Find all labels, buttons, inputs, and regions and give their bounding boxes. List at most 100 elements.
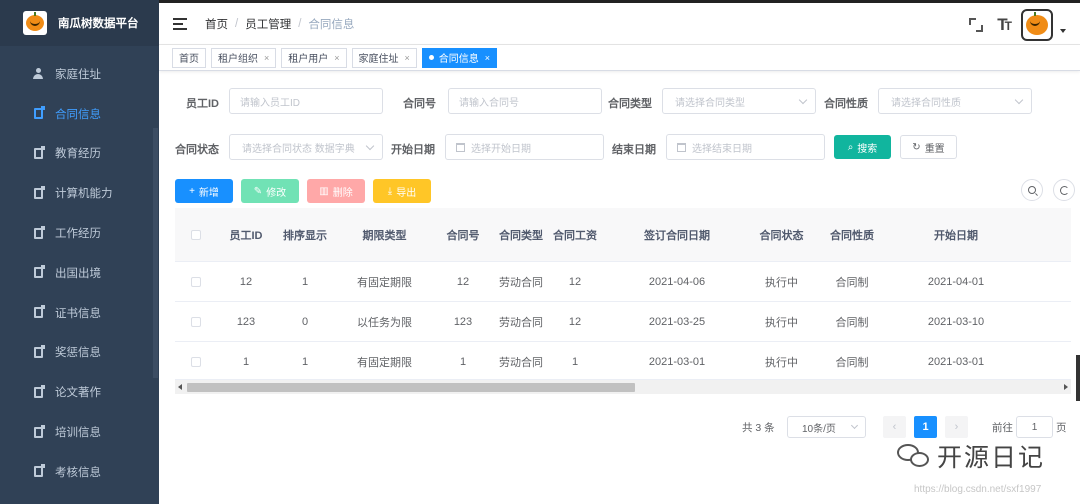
contract-type-select[interactable]: 请选择合同类型 <box>662 88 816 114</box>
toggle-search-button[interactable] <box>1021 179 1043 201</box>
sidebar-item[interactable]: 工作经历 <box>0 213 159 253</box>
tab-tag[interactable]: 合同信息 × <box>421 47 498 68</box>
contract-no-input[interactable]: 请输入合同号 <box>448 88 602 114</box>
search-button[interactable]: ⌕ 搜索 <box>834 135 891 159</box>
close-icon[interactable]: × <box>334 53 339 63</box>
breadcrumb-section[interactable]: 员工管理 <box>245 16 291 32</box>
edit-button[interactable]: ✎ 修改 <box>241 179 299 203</box>
document-icon <box>32 265 45 279</box>
avatar[interactable] <box>1021 9 1053 41</box>
table-cell: 1 <box>301 275 309 288</box>
goto-page-input[interactable]: 1 <box>1016 416 1053 438</box>
goto-suffix: 页 <box>1056 422 1067 434</box>
document-icon <box>32 424 45 438</box>
contract-status-select[interactable]: 请选择合同状态 数据字典 <box>229 134 383 160</box>
refresh-button[interactable] <box>1053 179 1075 201</box>
contract-no-placeholder: 请输入合同号 <box>459 97 519 109</box>
employee-id-input[interactable]: 请输入员工ID <box>229 88 383 114</box>
column-header: 合同号 <box>446 229 480 242</box>
tab-tag[interactable]: 家庭住址 × <box>351 47 417 68</box>
table-row[interactable]: 1 1 有固定期限 1 劳动合同 1 2021-03-01 执行中 合同制 2021-03-01 <box>175 342 1071 382</box>
next-page-button[interactable]: › <box>945 416 968 438</box>
page-edge-bar <box>1076 355 1080 401</box>
hamburger-icon[interactable] <box>173 17 187 30</box>
select-all-checkbox[interactable] <box>191 229 201 240</box>
row-checkbox-cell <box>175 356 217 367</box>
table-cell: 执行中 <box>765 316 798 329</box>
table-horizontal-scrollbar[interactable] <box>175 379 1071 394</box>
breadcrumb: 首页 / 员工管理 / 合同信息 <box>205 16 354 32</box>
tab-tag[interactable]: 租户组织 × <box>211 47 277 68</box>
sidebar-item[interactable]: 培训信息 <box>0 412 159 452</box>
chevron-down-icon <box>850 421 859 430</box>
contract-nature-select[interactable]: 请选择合同性质 <box>878 88 1032 114</box>
caret-down-icon[interactable] <box>1060 29 1066 33</box>
sidebar-item-label: 计算机能力 <box>55 188 113 201</box>
end-date-picker[interactable]: 选择结束日期 <box>666 134 825 160</box>
sidebar-item[interactable]: 论文著作 <box>0 372 159 412</box>
table-cell: 2021-04-06 <box>648 275 706 288</box>
start-date-picker[interactable]: 选择开始日期 <box>445 134 604 160</box>
delete-button[interactable]: ▥ 删除 <box>307 179 365 203</box>
tab-tag-label: 租户组织 <box>218 54 258 65</box>
user-icon <box>32 68 44 80</box>
export-button[interactable]: ⤓ 导出 <box>373 179 431 203</box>
close-icon[interactable]: × <box>264 53 269 63</box>
sidebar-item[interactable]: 计算机能力 <box>0 173 159 213</box>
table-row[interactable]: 123 0 以任务为限 123 劳动合同 12 2021-03-25 执行中 合同制 2021-0… <box>175 302 1071 342</box>
brand[interactable]: 南瓜树数据平台 <box>0 0 159 46</box>
row-checkbox[interactable] <box>191 356 201 367</box>
sidebar-item[interactable]: 家庭住址 <box>0 54 159 94</box>
table-cell: 合同制 <box>835 356 869 369</box>
table-cell: 劳动合同 <box>499 276 543 289</box>
tab-tag[interactable]: 首页 <box>172 47 206 68</box>
sidebar-item[interactable]: 合同信息 <box>0 94 159 134</box>
row-checkbox-cell <box>175 316 217 327</box>
start-date-label: 开始日期 <box>391 144 435 156</box>
document-icon <box>32 384 45 398</box>
prev-page-button[interactable]: ‹ <box>883 416 906 438</box>
sidebar-item[interactable]: 奖惩信息 <box>0 333 159 373</box>
sidebar-item[interactable]: 教育经历 <box>0 134 159 174</box>
contract-table: 员工ID 排序显示 期限类型 合同号 合同类型 合同工资 签订合同日期 合同状态 合同性质 开始日… <box>175 208 1071 382</box>
row-checkbox[interactable] <box>191 276 201 287</box>
breadcrumb-home[interactable]: 首页 <box>205 16 228 32</box>
close-icon[interactable]: × <box>405 53 410 63</box>
scrollbar-thumb[interactable] <box>187 383 635 392</box>
sidebar-item[interactable]: 证书信息 <box>0 293 159 333</box>
download-icon: ⤓ <box>387 185 393 197</box>
refresh-icon <box>1059 185 1069 195</box>
sidebar-item[interactable]: 出国出境 <box>0 253 159 293</box>
table-row[interactable]: 12 1 有固定期限 12 劳动合同 12 2021-04-06 执行中 合同制 2021-04-… <box>175 262 1071 302</box>
reset-button[interactable]: ↻ 重置 <box>900 135 957 159</box>
row-checkbox[interactable] <box>191 316 201 327</box>
scroll-right-icon[interactable] <box>1064 384 1068 390</box>
close-icon[interactable]: × <box>485 53 490 63</box>
sidebar-item-label: 考核信息 <box>55 466 101 479</box>
table-cell: 2021-03-25 <box>648 315 706 328</box>
table-cell: 以任务为限 <box>357 316 412 329</box>
document-icon <box>32 305 45 319</box>
edit-button-label: 修改 <box>266 187 287 199</box>
page-size-select[interactable]: 10条/页 <box>787 416 866 438</box>
sidebar-item-label: 家庭住址 <box>55 68 101 81</box>
sidebar-menu: 家庭住址合同信息 教育经历计算机能力工作经历 出国出境 证书信息 奖惩信息 论文著作 培训信… <box>0 54 159 492</box>
start-date-placeholder: 选择开始日期 <box>471 143 531 155</box>
table-cell: 2021-04-01 <box>927 275 985 288</box>
sidebar: 南瓜树数据平台 家庭住址合同信息 教育经历计算机能力工作经历 出国出境 证书信息 奖惩信… <box>0 0 159 504</box>
breadcrumb-separator: / <box>235 17 239 30</box>
add-button[interactable]: + 新增 <box>175 179 233 203</box>
scroll-left-icon[interactable] <box>178 384 182 390</box>
goto-page-value: 1 <box>1031 421 1038 433</box>
sidebar-item[interactable]: 考核信息 <box>0 452 159 492</box>
search-icon <box>1028 186 1036 194</box>
pagination-total: 共 3 条 <box>742 422 775 434</box>
page-number-button[interactable]: 1 <box>914 416 937 438</box>
contract-nature-label: 合同性质 <box>824 98 868 110</box>
tab-tag[interactable]: 租户用户 × <box>281 47 347 68</box>
font-size-icon[interactable]: TT <box>997 15 1012 35</box>
table-cell: 1 <box>571 355 579 368</box>
fullscreen-icon[interactable] <box>969 18 984 32</box>
sidebar-scrollbar[interactable] <box>153 128 158 378</box>
contract-type-placeholder: 请选择合同类型 <box>675 97 745 109</box>
